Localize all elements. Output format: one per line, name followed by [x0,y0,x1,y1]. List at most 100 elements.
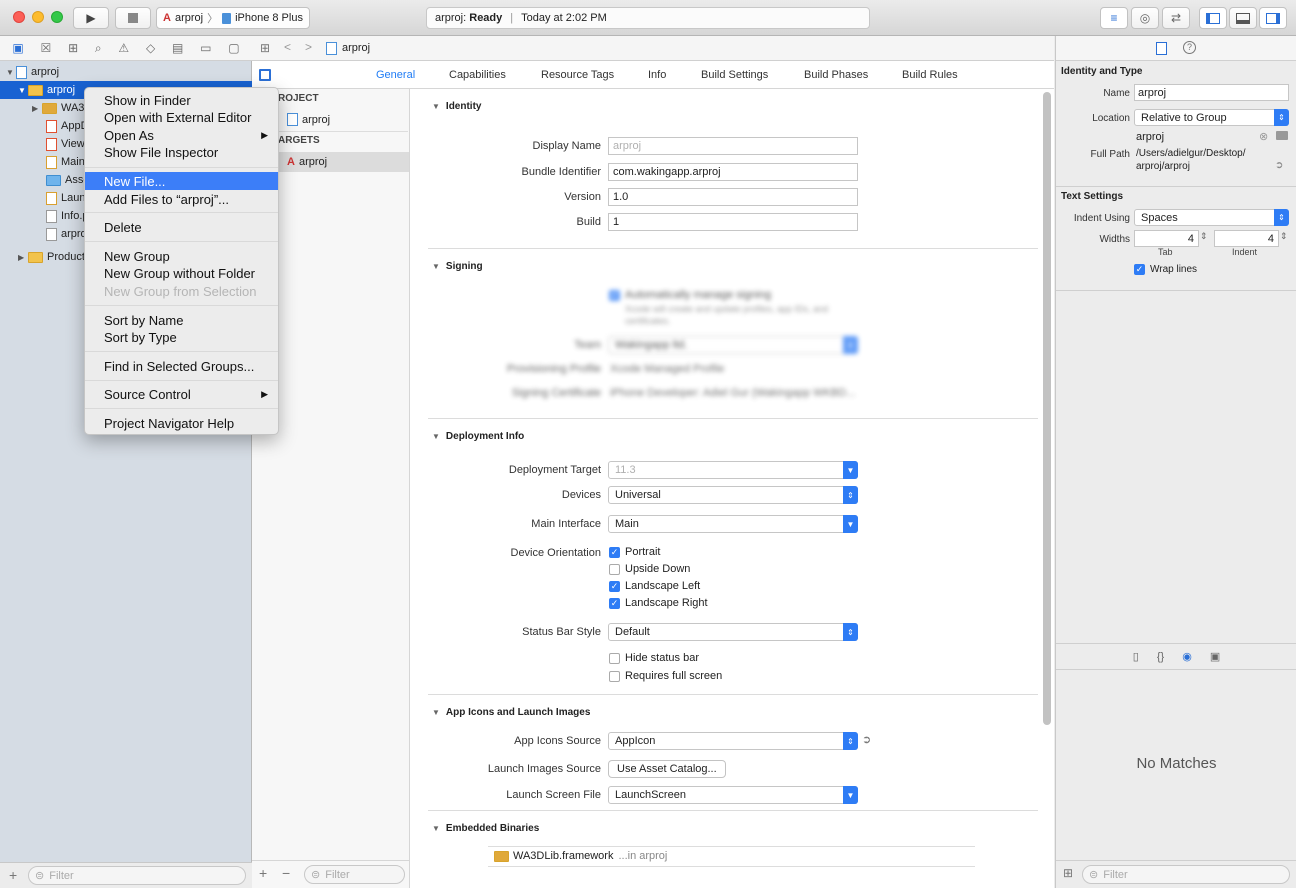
run-button[interactable]: ▶ [73,7,109,29]
reveal-in-finder-icon[interactable]: ➲ [1275,160,1283,171]
tab-width-field[interactable]: 4 [1134,230,1199,247]
clear-icon[interactable]: ⊗ [1259,130,1268,143]
menu-item-source-control[interactable]: Source Control ▶ [85,385,278,403]
navigator-filter-input[interactable]: ⊜ Filter [28,866,246,885]
media-library-icon[interactable]: ▣ [1210,650,1220,663]
disclosure-icon[interactable]: ▶ [32,104,42,113]
file-template-icon[interactable]: ▯ [1133,650,1139,663]
team-popup[interactable]: Wakingapp ltd. ⇕ [608,336,858,354]
go-to-arrow-icon[interactable]: ➲ [862,733,871,746]
menu-item-open-as[interactable]: Open As ▶ [85,126,278,144]
code-snippet-icon[interactable]: {} [1157,651,1164,663]
tab-resource-tags[interactable]: Resource Tags [541,69,614,81]
bundle-identifier-field[interactable]: com.wakingapp.arproj [608,163,858,181]
remove-target-icon[interactable]: − [282,865,290,881]
embedded-binaries-section-header[interactable]: Embedded Binaries [432,823,539,834]
menu-item-sort-by-type[interactable]: Sort by Type [85,328,278,346]
version-editor-button[interactable]: ⇄ [1162,7,1190,29]
minimize-window-button[interactable] [32,11,44,23]
grid-view-icon[interactable]: ⊞ [1063,866,1073,880]
identity-section-header[interactable]: Identity [432,101,482,112]
close-window-button[interactable] [13,11,25,23]
deployment-section-header[interactable]: Deployment Info [432,431,524,442]
scheme-selector[interactable]: A arproj 〉 iPhone 8 Plus [156,7,310,29]
landscape-left-checkbox[interactable]: ✓ Landscape Left [609,580,700,592]
breadcrumb[interactable]: arproj [342,42,370,54]
display-name-field[interactable]: arproj [608,137,858,155]
menu-item-open-external-editor[interactable]: Open with External Editor [85,108,278,126]
disclosure-icon[interactable]: ▶ [18,253,28,262]
name-field[interactable]: arproj [1134,84,1289,101]
menu-item-show-file-inspector[interactable]: Show File Inspector [85,143,278,161]
debug-icon[interactable]: ▤ [172,41,183,55]
chevron-down-icon[interactable]: ▼ [843,461,858,479]
menu-item-new-group[interactable]: New Group [85,247,278,265]
menu-item-find-in-groups[interactable]: Find in Selected Groups... [85,357,278,375]
disclosure-icon[interactable]: ▼ [18,86,28,95]
location-popup[interactable]: Relative to Group ⇕ [1134,109,1289,126]
test-icon[interactable]: ◇ [146,41,155,55]
symbol-icon[interactable]: ⊞ [68,41,78,55]
add-target-icon[interactable]: + [259,865,267,881]
tab-width-stepper[interactable]: ⇕ [1200,231,1208,242]
tab-build-phases[interactable]: Build Phases [804,69,868,81]
deployment-target-combo[interactable]: 11.3 ▼ [608,461,858,479]
menu-item-add-files[interactable]: Add Files to “arproj”... [85,190,278,208]
signing-section-header[interactable]: Signing [432,261,483,272]
assistant-editor-button[interactable]: ◎ [1131,7,1159,29]
target-list-toggle-icon[interactable] [259,69,271,81]
menu-item-sort-by-name[interactable]: Sort by Name [85,311,278,329]
targets-filter-input[interactable]: ⊜ Filter [304,865,405,884]
status-bar-style-popup[interactable]: Default ⇕ [608,623,858,641]
scheme-device[interactable]: iPhone 8 Plus [235,12,303,24]
menu-item-delete[interactable]: Delete [85,218,278,236]
add-icon[interactable]: + [9,867,17,883]
quick-help-icon[interactable]: ? [1183,41,1196,54]
portrait-checkbox[interactable]: ✓ Portrait [609,546,660,558]
indent-using-popup[interactable]: Spaces ⇕ [1134,209,1289,226]
file-inspector-icon[interactable] [1156,42,1167,55]
app-icons-section-header[interactable]: App Icons and Launch Images [432,707,590,718]
zoom-window-button[interactable] [51,11,63,23]
chevron-down-icon[interactable]: ▼ [843,786,858,804]
tab-info[interactable]: Info [648,69,666,81]
hide-status-bar-checkbox[interactable]: Hide status bar [609,652,699,664]
disclosure-icon[interactable]: ▼ [6,68,16,77]
indent-width-stepper[interactable]: ⇕ [1280,231,1288,242]
requires-full-screen-checkbox[interactable]: Requires full screen [609,670,722,682]
devices-popup[interactable]: Universal ⇕ [608,486,858,504]
source-control-icon[interactable]: ☒ [41,41,52,55]
warning-icon[interactable]: ⚠ [118,41,129,55]
forward-icon[interactable]: > [305,40,312,54]
library-filter-input[interactable]: ⊜ Filter [1082,865,1290,884]
launch-screen-file-combo[interactable]: LaunchScreen ▼ [608,786,858,804]
toggle-navigator-button[interactable] [1199,7,1227,29]
chevron-down-icon[interactable]: ▼ [843,515,858,533]
toggle-debug-button[interactable] [1229,7,1257,29]
object-library-icon[interactable]: ◉ [1182,650,1192,663]
tab-general[interactable]: General [376,69,415,81]
tab-capabilities[interactable]: Capabilities [449,69,506,81]
tab-build-rules[interactable]: Build Rules [902,69,958,81]
landscape-right-checkbox[interactable]: ✓ Landscape Right [609,597,708,609]
standard-editor-button[interactable]: ≡ [1100,7,1128,29]
main-interface-combo[interactable]: Main ▼ [608,515,858,533]
toggle-inspector-button[interactable] [1259,7,1287,29]
folder-icon[interactable]: ▣ [12,41,23,55]
wrap-lines-checkbox[interactable]: ✓ Wrap lines [1134,264,1197,275]
back-icon[interactable]: < [284,40,291,54]
tab-build-settings[interactable]: Build Settings [701,69,768,81]
embedded-binary-row[interactable]: WA3DLib.framework ...in arproj [494,850,667,862]
stop-button[interactable] [115,7,151,29]
version-field[interactable]: 1.0 [608,188,858,206]
use-asset-catalog-button[interactable]: Use Asset Catalog... [608,760,726,778]
upside-down-checkbox[interactable]: Upside Down [609,563,690,575]
auto-signing-checkbox[interactable]: ✓ Automatically manage signing [609,289,771,301]
indent-width-field[interactable]: 4 [1214,230,1279,247]
menu-item-show-in-finder[interactable]: Show in Finder [85,91,278,109]
menu-item-navigator-help[interactable]: Project Navigator Help [85,414,278,432]
menu-item-new-group-without-folder[interactable]: New Group without Folder [85,264,278,282]
menu-item-new-file[interactable]: New File... [85,172,278,190]
nav-item-project[interactable]: ▼ arproj [0,63,252,81]
vertical-scrollbar[interactable] [1043,92,1051,725]
